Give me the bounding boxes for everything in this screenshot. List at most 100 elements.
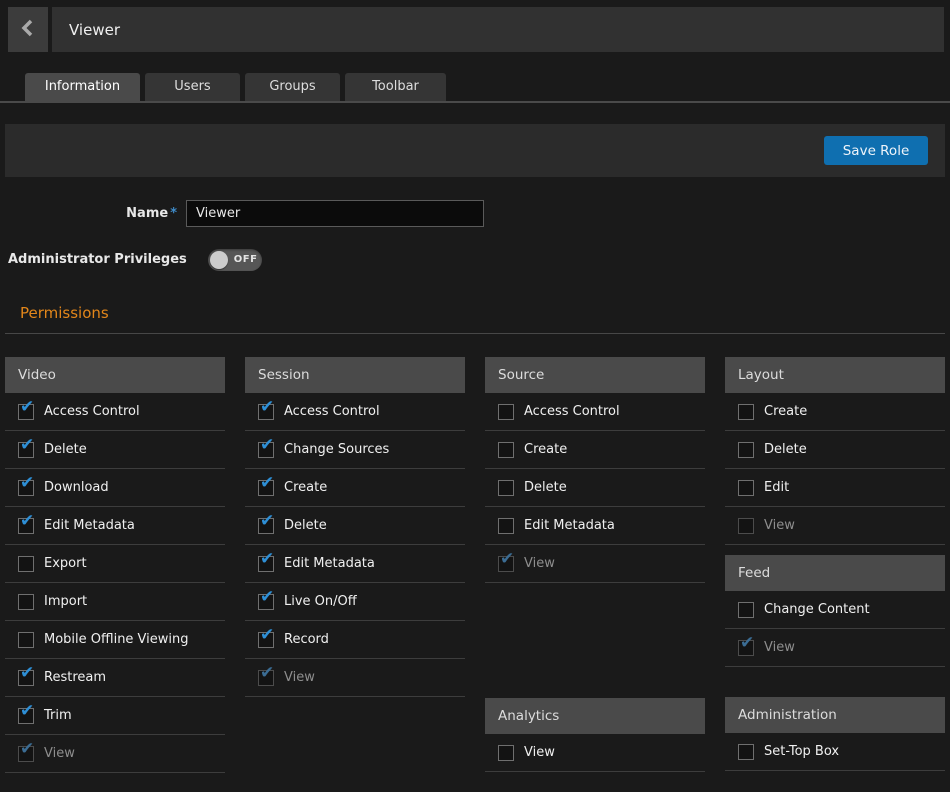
tab-groups[interactable]: Groups <box>245 73 340 101</box>
permission-checkbox[interactable]: ✔ <box>18 404 34 420</box>
permission-row: ✔ Access Control <box>5 393 225 431</box>
permissions-divider <box>5 333 945 334</box>
permission-checkbox[interactable]: ✔ <box>18 632 34 648</box>
back-button[interactable] <box>8 7 48 52</box>
check-icon: ✔ <box>260 435 274 455</box>
app-header: Viewer <box>8 7 944 52</box>
permission-row: ✔ Change Content <box>725 591 945 629</box>
permission-label: View <box>764 518 795 533</box>
permission-checkbox[interactable]: ✔ <box>18 480 34 496</box>
permission-label: View <box>284 670 315 685</box>
permission-label: Trim <box>44 708 72 723</box>
permissions-grid: Video ✔ Access Control ✔ Delete ✔ Downlo… <box>5 357 945 773</box>
tab-bar: Information Users Groups Toolbar <box>0 73 950 103</box>
permission-checkbox[interactable]: ✔ <box>18 708 34 724</box>
permission-row: ✔ Delete <box>5 431 225 469</box>
permission-section-header: Session <box>245 357 465 393</box>
check-icon: ✔ <box>500 549 514 569</box>
column-spacer <box>725 545 945 555</box>
permission-checkbox[interactable]: ✔ <box>18 518 34 534</box>
admin-privileges-row: Administrator Privileges OFF <box>0 248 950 271</box>
permission-section-header: Feed <box>725 555 945 591</box>
permission-row: ✔ Delete <box>725 431 945 469</box>
permission-section-header: Video <box>5 357 225 393</box>
permission-row: ✔ Record <box>245 621 465 659</box>
check-icon: ✔ <box>20 739 34 759</box>
permission-checkbox[interactable]: ✔ <box>738 602 754 618</box>
permission-label: Access Control <box>284 404 380 419</box>
permissions-column-3: Layout ✔ Create ✔ Delete ✔ Edit ✔ View F… <box>725 357 945 773</box>
permission-checkbox[interactable]: ✔ <box>738 404 754 420</box>
permission-label: Edit Metadata <box>44 518 135 533</box>
permission-checkbox[interactable]: ✔ <box>738 480 754 496</box>
permission-label: Delete <box>44 442 87 457</box>
permission-label: Mobile Offline Viewing <box>44 632 189 647</box>
permission-label: Restream <box>44 670 106 685</box>
check-icon: ✔ <box>20 701 34 721</box>
permission-row: ✔ Set-Top Box <box>725 733 945 771</box>
permission-checkbox[interactable]: ✔ <box>498 518 514 534</box>
check-icon: ✔ <box>260 587 274 607</box>
admin-privileges-label: Administrator Privileges <box>8 252 187 267</box>
permission-row: ✔ Delete <box>245 507 465 545</box>
permission-row: ✔ Mobile Offline Viewing <box>5 621 225 659</box>
tab-users[interactable]: Users <box>145 73 240 101</box>
permission-checkbox: ✔ <box>258 670 274 686</box>
tab-information[interactable]: Information <box>25 73 140 101</box>
permission-row: ✔ Edit Metadata <box>245 545 465 583</box>
permission-checkbox[interactable]: ✔ <box>738 442 754 458</box>
column-spacer <box>485 583 705 698</box>
permission-checkbox[interactable]: ✔ <box>258 480 274 496</box>
save-role-button[interactable]: Save Role <box>824 136 928 165</box>
permission-row: ✔ Live On/Off <box>245 583 465 621</box>
required-marker: * <box>170 206 177 221</box>
permission-row: ✔ Download <box>5 469 225 507</box>
name-input[interactable] <box>186 200 484 227</box>
permissions-column-0: Video ✔ Access Control ✔ Delete ✔ Downlo… <box>5 357 225 773</box>
chevron-left-icon <box>20 19 36 40</box>
permission-checkbox[interactable]: ✔ <box>18 594 34 610</box>
toggle-knob <box>210 251 228 269</box>
check-icon: ✔ <box>20 397 34 417</box>
permission-label: Export <box>44 556 87 571</box>
check-icon: ✔ <box>260 397 274 417</box>
permission-label: Create <box>524 442 567 457</box>
permission-row: ✔ Create <box>725 393 945 431</box>
permission-checkbox[interactable]: ✔ <box>258 404 274 420</box>
permission-row: ✔ Access Control <box>485 393 705 431</box>
permission-row: ✔ Edit <box>725 469 945 507</box>
permission-row: ✔ Restream <box>5 659 225 697</box>
check-icon: ✔ <box>260 549 274 569</box>
permission-label: Change Sources <box>284 442 389 457</box>
permission-label: Download <box>44 480 109 495</box>
permission-checkbox[interactable]: ✔ <box>18 670 34 686</box>
permissions-column-1: Session ✔ Access Control ✔ Change Source… <box>245 357 465 773</box>
permission-label: Delete <box>764 442 807 457</box>
permission-checkbox[interactable]: ✔ <box>498 480 514 496</box>
permission-checkbox[interactable]: ✔ <box>258 632 274 648</box>
permission-label: Edit <box>764 480 789 495</box>
permission-checkbox[interactable]: ✔ <box>18 442 34 458</box>
permission-checkbox[interactable]: ✔ <box>498 442 514 458</box>
permission-checkbox[interactable]: ✔ <box>498 404 514 420</box>
permission-label: Set-Top Box <box>764 744 839 759</box>
permission-section-header: Source <box>485 357 705 393</box>
permission-section-header: Layout <box>725 357 945 393</box>
permission-checkbox[interactable]: ✔ <box>258 556 274 572</box>
permission-label: View <box>764 640 795 655</box>
permission-checkbox[interactable]: ✔ <box>18 556 34 572</box>
permissions-column-2: Source ✔ Access Control ✔ Create ✔ Delet… <box>485 357 705 773</box>
permission-row: ✔ Edit Metadata <box>485 507 705 545</box>
permission-checkbox[interactable]: ✔ <box>258 518 274 534</box>
check-icon: ✔ <box>260 663 274 683</box>
permission-checkbox[interactable]: ✔ <box>738 744 754 760</box>
tab-toolbar[interactable]: Toolbar <box>345 73 446 101</box>
permission-checkbox[interactable]: ✔ <box>498 745 514 761</box>
permission-section-header: Analytics <box>485 698 705 734</box>
permission-checkbox[interactable]: ✔ <box>258 442 274 458</box>
toggle-state-label: OFF <box>234 249 258 271</box>
permission-checkbox[interactable]: ✔ <box>258 594 274 610</box>
check-icon: ✔ <box>260 473 274 493</box>
admin-privileges-toggle[interactable]: OFF <box>208 249 262 271</box>
permission-row: ✔ View <box>245 659 465 697</box>
